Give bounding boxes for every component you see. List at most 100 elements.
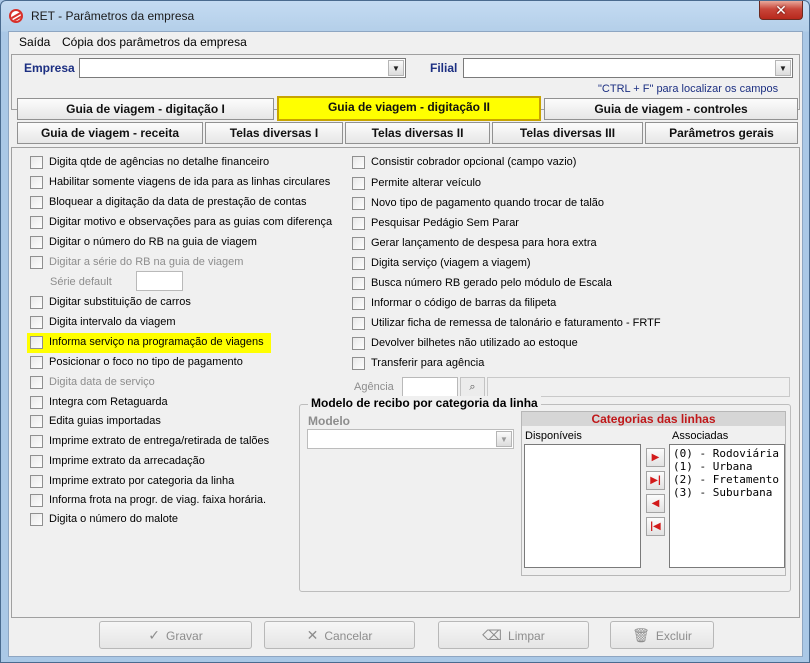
list-item[interactable]: (1) - Urbana [673, 460, 784, 473]
checkbox-label: Edita guias importadas [49, 415, 161, 427]
move-all-right-icon[interactable]: ▶| [646, 471, 665, 490]
checkbox-box[interactable] [30, 356, 43, 369]
list-item[interactable]: (0) - Rodoviária [673, 447, 784, 460]
checkbox-label: Digitar a série do RB na guia de viagem [49, 256, 244, 268]
checkbox-box[interactable] [352, 317, 365, 330]
client-area: Saída Cópia dos parâmetros da empresa Em… [8, 31, 803, 657]
checkbox-label: Integra com Retaguarda [49, 396, 168, 408]
tab-guia-digitacao-1[interactable]: Guia de viagem - digitação I [17, 98, 274, 120]
checkbox-box[interactable] [30, 176, 43, 189]
checkbox-informa-servico[interactable]: Informa serviço na programação de viagen… [27, 333, 271, 353]
checkbox-label: Digita data de serviço [49, 376, 155, 388]
list-item[interactable]: (3) - Suburbana [673, 486, 784, 499]
modelo-combo: ▼ [307, 429, 514, 449]
checkbox-label: Gerar lançamento de despesa para hora ex… [371, 237, 597, 249]
checkbox-box[interactable] [30, 475, 43, 488]
list-item[interactable]: (2) - Fretamento [673, 473, 784, 486]
tab-telas-diversas-3[interactable]: Telas diversas III [492, 122, 643, 144]
categorias-title: Categorias das linhas [522, 412, 785, 426]
checkbox-label: Busca número RB gerado pelo módulo de Es… [371, 277, 612, 289]
checkbox-box[interactable] [352, 257, 365, 270]
checkbox-label: Informa serviço na programação de viagen… [49, 336, 264, 348]
checkbox-box[interactable] [30, 513, 43, 526]
cancelar-button[interactable]: ✕ Cancelar [264, 621, 415, 649]
tab-telas-diversas-2[interactable]: Telas diversas II [345, 122, 490, 144]
checkbox-label: Informar o código de barras da filipeta [371, 297, 557, 309]
modelo-recibo-title: Modelo de recibo por categoria da linha [308, 396, 541, 410]
chevron-down-icon[interactable]: ▼ [388, 60, 404, 76]
title-bar[interactable]: RET - Parâmetros da empresa ✕ [1, 1, 809, 31]
app-logo-icon [9, 9, 23, 23]
checkbox-label: Utilizar ficha de remessa de talonário e… [371, 317, 661, 329]
move-all-left-icon[interactable]: |◀ [646, 517, 665, 536]
disponiveis-label: Disponíveis [525, 430, 582, 442]
menu-saida[interactable]: Saída [19, 35, 50, 49]
checkbox-box [30, 256, 43, 269]
tab-parametros-gerais[interactable]: Parâmetros gerais [645, 122, 798, 144]
checkbox-box[interactable] [352, 297, 365, 310]
checkbox-box[interactable] [352, 156, 365, 169]
empresa-combo[interactable]: ▼ [79, 58, 406, 78]
chevron-down-icon[interactable]: ▼ [775, 60, 791, 76]
tab-guia-controles[interactable]: Guia de viagem - controles [544, 98, 798, 120]
associadas-label: Associadas [672, 430, 729, 442]
checkbox-box[interactable] [352, 237, 365, 250]
checkbox-box[interactable] [30, 455, 43, 468]
checkbox-label: Digita o número do malote [49, 513, 179, 525]
tab-guia-receita[interactable]: Guia de viagem - receita [17, 122, 203, 144]
close-window-button[interactable]: ✕ [759, 1, 803, 20]
checkbox-box[interactable] [30, 415, 43, 428]
checkbox-box[interactable] [30, 196, 43, 209]
checkbox-box[interactable] [352, 197, 365, 210]
checkbox-box[interactable] [30, 494, 43, 507]
checkbox-box[interactable] [352, 357, 365, 370]
gravar-button[interactable]: ✓ Gravar [99, 621, 252, 649]
checkbox-box[interactable] [352, 217, 365, 230]
checkbox-box[interactable] [30, 396, 43, 409]
binoculars-search-icon[interactable]: ⌕ [460, 377, 485, 397]
excluir-label: Excluir [655, 629, 692, 643]
checkbox-label: Habilitar somente viagens de ida para as… [49, 176, 331, 188]
limpar-label: Limpar [508, 629, 545, 643]
disponiveis-list[interactable] [524, 444, 641, 568]
move-right-icon[interactable]: ▶ [646, 448, 665, 467]
checkbox-box[interactable] [30, 316, 43, 329]
checkbox-box[interactable] [30, 336, 43, 349]
tab-guia-digitacao-2[interactable]: Guia de viagem - digitação II [277, 96, 541, 121]
menu-copia-parametros[interactable]: Cópia dos parâmetros da empresa [62, 35, 247, 49]
checkbox-label: Consistir cobrador opcional (campo vazio… [371, 156, 577, 168]
tab-telas-diversas-1[interactable]: Telas diversas I [205, 122, 343, 144]
window-title: RET - Parâmetros da empresa [31, 9, 195, 23]
checkbox-box[interactable] [30, 236, 43, 249]
checkbox-box[interactable] [30, 435, 43, 448]
search-hint: "CTRL + F" para localizar os campos [598, 83, 779, 95]
checkbox-box[interactable] [352, 277, 365, 290]
checkbox-label: Digitar o número do RB na guia de viagem [49, 236, 257, 248]
filial-label: Filial [430, 61, 458, 75]
close-icon: ✕ [306, 627, 319, 643]
empresa-label: Empresa [24, 61, 75, 75]
checkbox-box[interactable] [30, 296, 43, 309]
checkbox-label: Digita intervalo da viagem [49, 316, 176, 328]
agencia-label: Agência [354, 381, 394, 393]
tab-content-panel: Digita qtde de agências no detalhe finan… [11, 147, 800, 618]
limpar-button[interactable]: ⌫ Limpar [438, 621, 589, 649]
associadas-list[interactable]: (0) - Rodoviária (1) - Urbana (2) - Fret… [669, 444, 785, 568]
chevron-down-icon: ▼ [496, 431, 512, 447]
checkbox-box[interactable] [30, 156, 43, 169]
move-left-icon[interactable]: ◀ [646, 494, 665, 513]
filial-combo[interactable]: ▼ [463, 58, 793, 78]
checkbox-box[interactable] [352, 337, 365, 350]
checkbox-label: Bloquear a digitação da data de prestaçã… [49, 196, 307, 208]
agencia-code-input [402, 377, 458, 397]
check-icon: ✓ [148, 627, 161, 643]
checkbox-box[interactable] [30, 216, 43, 229]
agencia-name-input [487, 377, 790, 397]
close-icon: ✕ [775, 2, 787, 18]
checkbox-label: Digita qtde de agências no detalhe finan… [49, 156, 270, 168]
checkbox-box[interactable] [352, 177, 365, 190]
serie-default-input [136, 271, 183, 291]
checkbox-label: Pesquisar Pedágio Sem Parar [371, 217, 519, 229]
gravar-label: Gravar [166, 629, 203, 643]
excluir-button[interactable]: 🗑 Excluir [610, 621, 714, 649]
